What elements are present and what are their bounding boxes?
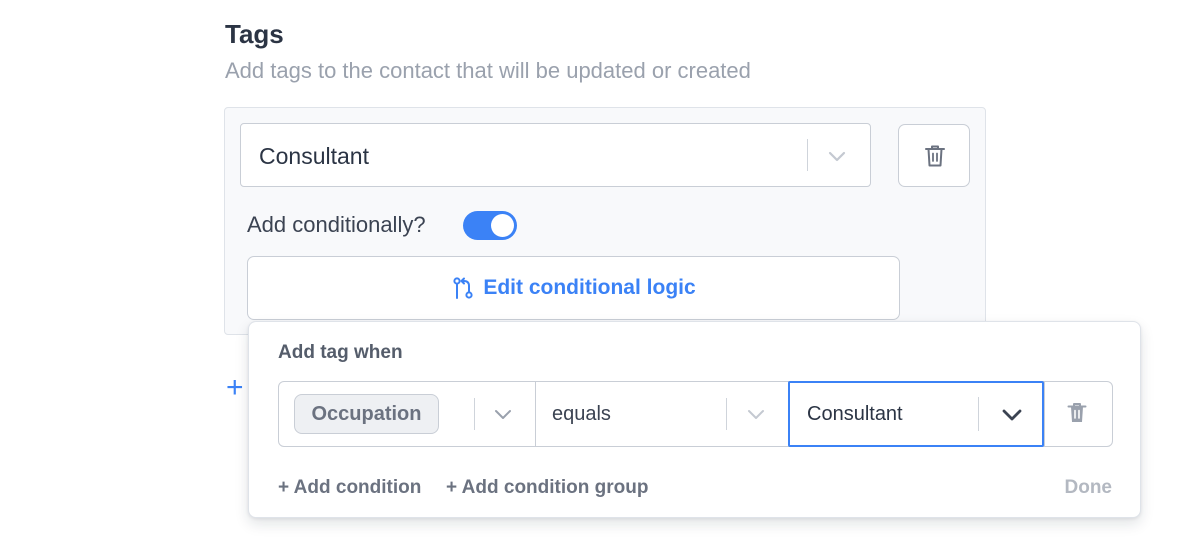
condition-field-select[interactable]: Occupation: [279, 382, 536, 446]
done-button[interactable]: Done: [1065, 476, 1113, 500]
select-separator: [474, 398, 475, 430]
chevron-down-icon[interactable]: [1000, 403, 1024, 425]
tag-select[interactable]: Consultant: [240, 123, 871, 187]
add-condition-button[interactable]: + Add condition: [278, 476, 421, 500]
delete-condition-button[interactable]: [1044, 382, 1112, 446]
select-separator: [726, 398, 727, 430]
condition-value: Consultant: [807, 403, 903, 425]
section-subtitle: Add tags to the contact that will be upd…: [225, 58, 751, 83]
toggle-knob: [491, 214, 514, 237]
conditional-logic-popover: Add tag when Occupation equals Consultan…: [248, 321, 1141, 518]
field-pill: Occupation: [294, 394, 439, 434]
popover-title: Add tag when: [278, 342, 403, 363]
add-condition-group-button[interactable]: + Add condition group: [446, 476, 648, 500]
tag-select-value: Consultant: [259, 143, 369, 169]
select-separator: [807, 139, 808, 171]
operator-value: equals: [552, 403, 611, 425]
edit-conditional-logic-button[interactable]: Edit conditional logic: [247, 256, 900, 320]
add-tag-plus-icon[interactable]: +: [226, 372, 244, 404]
condition-value-select[interactable]: Consultant: [788, 381, 1044, 447]
branch-icon: [453, 277, 473, 299]
trash-icon: [925, 145, 945, 167]
condition-operator-select[interactable]: equals: [536, 382, 789, 446]
add-conditionally-toggle[interactable]: [463, 211, 517, 240]
delete-tag-button[interactable]: [898, 124, 970, 187]
chevron-down-icon[interactable]: [745, 403, 767, 425]
trash-icon: [1067, 403, 1087, 422]
condition-row: Occupation equals Consultant: [278, 381, 1113, 447]
chevron-down-icon[interactable]: [826, 145, 848, 167]
select-separator: [978, 397, 979, 431]
section-title: Tags: [225, 19, 284, 49]
edit-conditional-logic-label: Edit conditional logic: [483, 276, 696, 299]
chevron-down-icon[interactable]: [492, 403, 514, 425]
add-conditionally-label: Add conditionally?: [247, 212, 426, 237]
